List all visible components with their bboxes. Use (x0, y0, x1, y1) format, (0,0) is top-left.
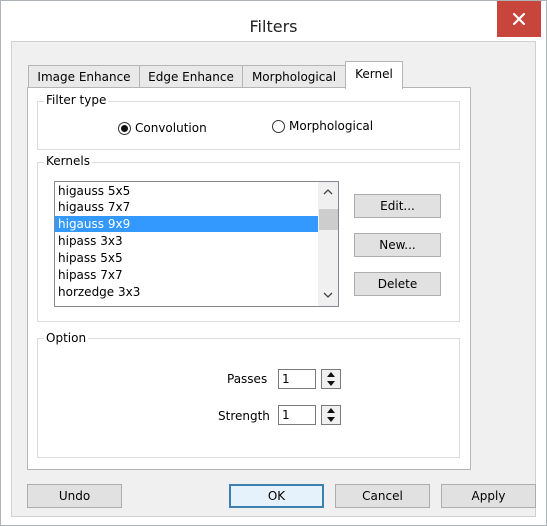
tab-image-enhance[interactable]: Image Enhance (28, 65, 140, 88)
passes-label: Passes (227, 372, 268, 386)
increment-button[interactable] (322, 370, 340, 379)
kernel-list[interactable]: higauss 5x5 higauss 7x7 higauss 9x9 hipa… (54, 181, 339, 307)
option-label: Option (44, 331, 89, 345)
filter-type-label: Filter type (44, 93, 109, 107)
chevron-up-icon (323, 189, 333, 195)
filter-type-group (37, 101, 460, 150)
triangle-down-icon (327, 417, 335, 422)
list-item[interactable]: horzedge 3x3 (55, 284, 320, 300)
list-item[interactable]: higauss 5x5 (55, 183, 320, 199)
edit-kernel-button[interactable]: Edit... (354, 194, 441, 218)
window-title: Filters (249, 17, 298, 36)
scroll-thumb[interactable] (319, 209, 338, 230)
triangle-up-icon (327, 372, 335, 377)
new-kernel-button[interactable]: New... (354, 233, 441, 257)
list-item[interactable]: hipass 7x7 (55, 267, 320, 283)
radio-selected-icon (118, 121, 131, 135)
passes-stepper[interactable] (321, 369, 341, 389)
list-item[interactable]: hipass 5x5 (55, 250, 320, 266)
passes-input[interactable]: 1 (278, 369, 316, 389)
kernels-label: Kernels (44, 154, 92, 168)
triangle-down-icon (327, 381, 335, 386)
radio-unselected-icon (272, 119, 285, 133)
strength-label: Strength (218, 409, 270, 423)
tab-edge-enhance[interactable]: Edge Enhance (139, 65, 243, 88)
scroll-down-button[interactable] (318, 286, 338, 304)
triangle-up-icon (327, 408, 335, 413)
chevron-down-icon (323, 292, 333, 298)
decrement-button[interactable] (322, 415, 340, 424)
apply-button[interactable]: Apply (441, 484, 536, 508)
increment-button[interactable] (322, 406, 340, 415)
close-button[interactable] (497, 1, 541, 37)
radio-convolution[interactable]: Convolution (118, 121, 207, 135)
scroll-up-button[interactable] (318, 183, 338, 201)
radio-convolution-label: Convolution (135, 121, 207, 135)
radio-morphological-label: Morphological (289, 119, 374, 133)
list-scrollbar[interactable] (318, 182, 338, 306)
list-item[interactable]: higauss 7x7 (55, 199, 320, 215)
close-icon (513, 13, 525, 25)
title-bar[interactable]: Filters (1, 1, 546, 36)
option-group (37, 338, 460, 458)
list-item-selected[interactable]: higauss 9x9 (55, 216, 320, 232)
list-item[interactable]: hipass 3x3 (55, 233, 320, 249)
decrement-button[interactable] (322, 379, 340, 388)
strength-input[interactable]: 1 (278, 405, 316, 425)
undo-button[interactable]: Undo (27, 484, 122, 508)
tab-morphological[interactable]: Morphological (242, 65, 346, 88)
radio-morphological[interactable]: Morphological (272, 119, 373, 133)
strength-stepper[interactable] (321, 405, 341, 425)
ok-button[interactable]: OK (229, 484, 324, 508)
tab-kernel[interactable]: Kernel (345, 61, 403, 89)
cancel-button[interactable]: Cancel (335, 484, 430, 508)
delete-kernel-button[interactable]: Delete (354, 272, 441, 296)
